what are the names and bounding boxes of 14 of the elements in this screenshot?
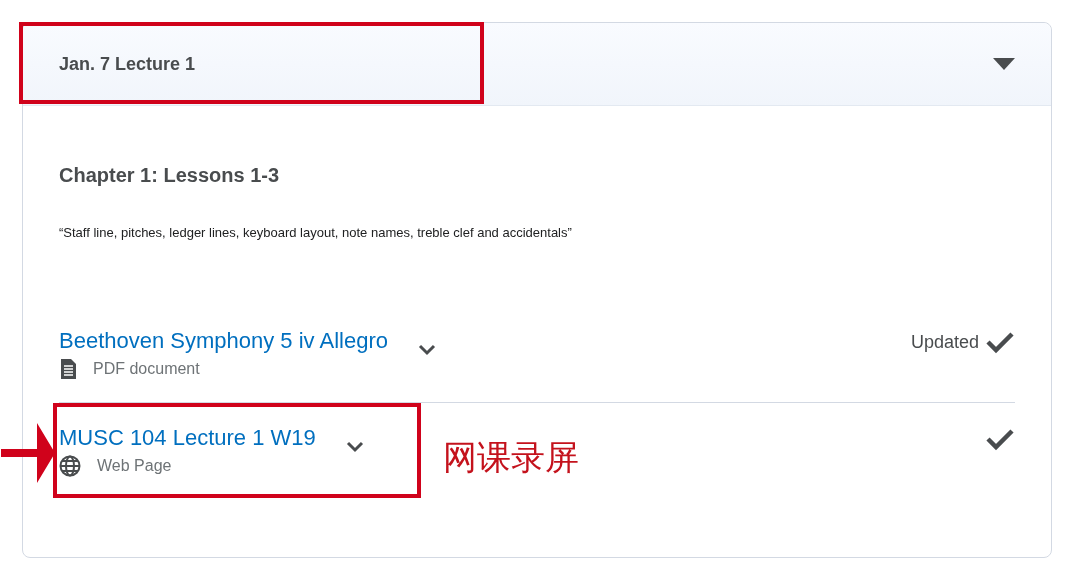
item-link[interactable]: Beethoven Symphony 5 iv Allegro <box>59 328 388 354</box>
section-heading: Chapter 1: Lessons 1-3 <box>59 164 281 187</box>
globe-icon <box>59 455 81 477</box>
annotation-note: 网课录屏 <box>443 436 579 479</box>
item-type: PDF document <box>93 360 200 378</box>
chevron-down-icon[interactable] <box>418 344 436 356</box>
status-label: Updated <box>910 331 979 353</box>
caret-icon[interactable] <box>993 58 1015 70</box>
document-icon <box>59 358 77 380</box>
item-link[interactable]: MUSC 104 Lecture 1 W19 <box>59 425 316 451</box>
module-title: Jan. 7 Lecture 1 <box>59 53 196 75</box>
item-type: Web Page <box>97 457 172 475</box>
chevron-down-icon[interactable] <box>345 441 364 453</box>
section-description: “Staff line, pitches, ledger lines, keyboard layout, note names, treble clef and accidentals” <box>59 225 573 240</box>
